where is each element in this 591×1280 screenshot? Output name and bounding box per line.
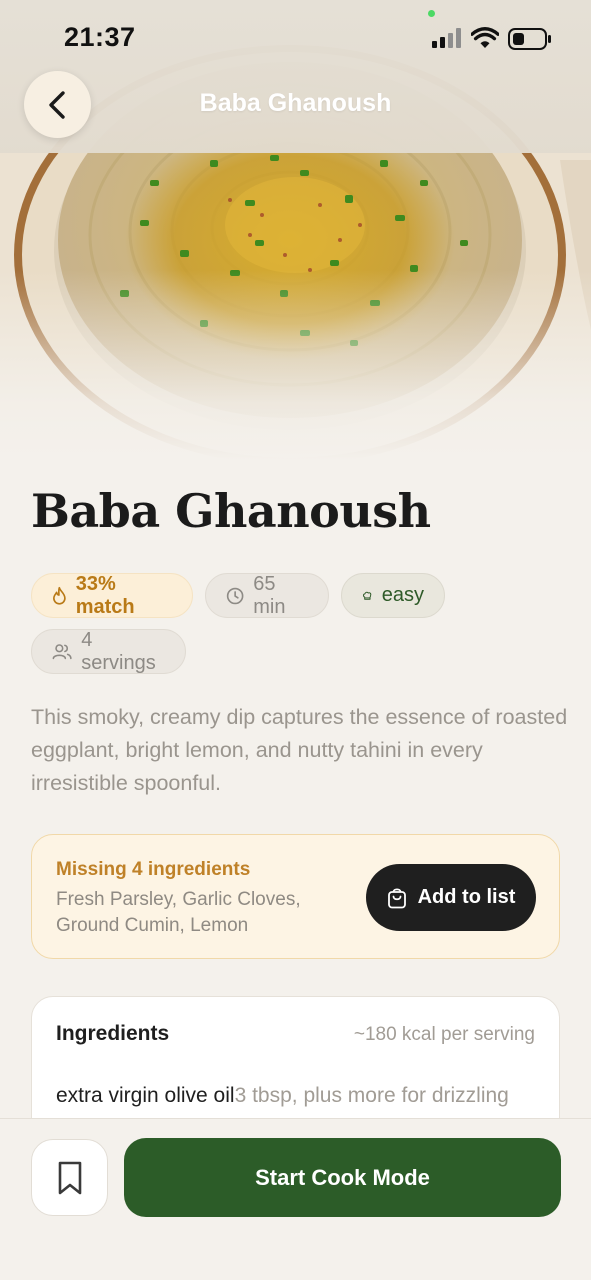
recipe-title: Baba Ghanoush bbox=[31, 484, 431, 538]
status-bar: 21:37 bbox=[0, 0, 591, 70]
kcal-per-serving: ~180 kcal per serving bbox=[353, 1024, 535, 1045]
add-to-list-button[interactable]: Add to list bbox=[366, 864, 536, 931]
bookmark-icon bbox=[58, 1161, 81, 1194]
time-chip-label: 65 min bbox=[253, 572, 286, 618]
cellular-signal-icon bbox=[432, 28, 461, 48]
nav-title: Baba Ghanoush bbox=[199, 89, 392, 117]
status-time: 21:37 bbox=[64, 22, 136, 52]
clock-icon bbox=[226, 587, 244, 604]
ingredients-heading: Ingredients bbox=[56, 1022, 170, 1045]
shopping-bag-icon bbox=[387, 887, 406, 908]
servings-chip: 4 servings bbox=[31, 629, 186, 674]
missing-heading: Missing 4 ingredients bbox=[56, 859, 251, 880]
hero-fade-overlay bbox=[0, 270, 591, 460]
start-cook-mode-button[interactable]: Start Cook Mode bbox=[124, 1138, 561, 1217]
difficulty-chip: easy bbox=[341, 573, 445, 618]
start-cook-mode-label: Start Cook Mode bbox=[255, 1164, 430, 1190]
match-chip: 33% match bbox=[31, 573, 193, 618]
servings-chip-label: 4 servings bbox=[81, 628, 156, 674]
missing-ingredients-list: Fresh Parsley, Garlic Cloves, Ground Cum… bbox=[56, 889, 301, 936]
wifi-icon bbox=[471, 27, 499, 48]
missing-ingredients-card: Missing 4 ingredients Fresh Parsley, Gar… bbox=[31, 834, 560, 959]
battery-icon bbox=[508, 28, 551, 50]
bottom-action-bar: Start Cook Mode bbox=[0, 1118, 591, 1280]
bookmark-button[interactable] bbox=[31, 1139, 108, 1216]
add-to-list-label: Add to list bbox=[417, 886, 516, 908]
ingredient-quantity: 3 tbsp, plus more for drizzling bbox=[234, 1084, 509, 1107]
chef-hat-icon bbox=[363, 591, 372, 600]
flame-icon bbox=[53, 586, 66, 605]
camera-indicator-icon bbox=[428, 10, 435, 17]
difficulty-chip-label: easy bbox=[381, 584, 424, 606]
ingredient-name: extra virgin olive oil bbox=[56, 1084, 235, 1107]
users-icon bbox=[52, 643, 72, 659]
match-chip-label: 33% match bbox=[75, 572, 135, 618]
ingredient-row: extra virgin olive oil3 tbsp, plus more … bbox=[56, 1084, 509, 1108]
time-chip: 65 min bbox=[205, 573, 329, 618]
recipe-description: This smoky, creamy dip captures the esse… bbox=[31, 705, 568, 795]
